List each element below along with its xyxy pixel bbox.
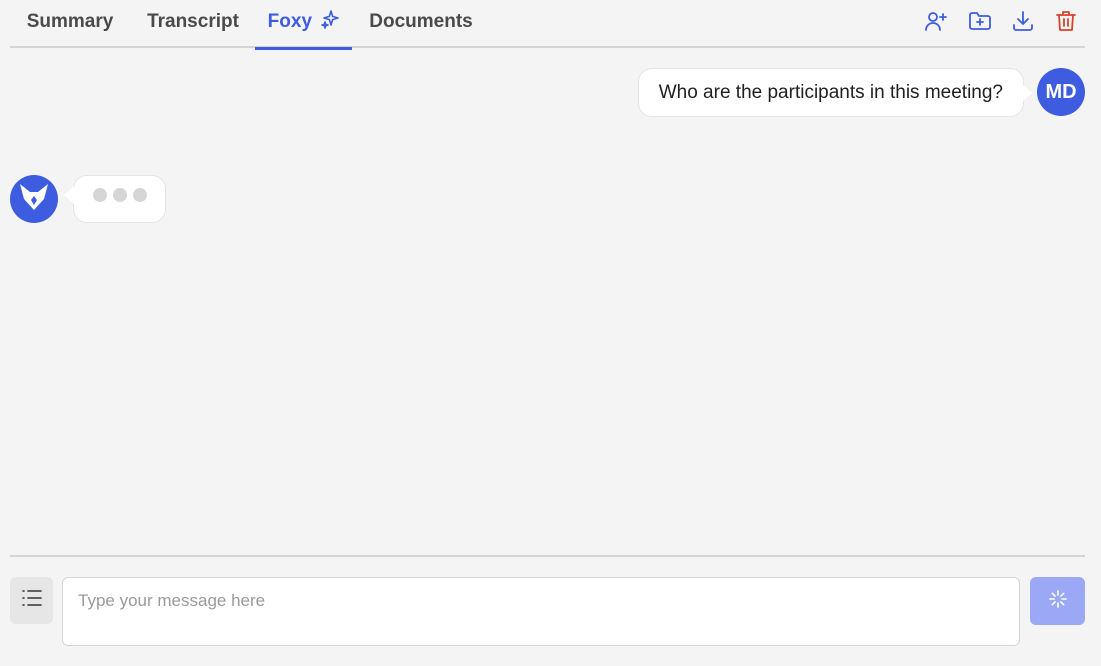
composer-divider bbox=[10, 555, 1085, 557]
tab-documents[interactable]: Documents bbox=[367, 0, 475, 48]
tab-transcript[interactable]: Transcript bbox=[144, 0, 242, 48]
typing-dot bbox=[132, 188, 147, 202]
foxy-avatar bbox=[10, 175, 58, 223]
send-button[interactable] bbox=[1030, 577, 1085, 625]
prompt-list-button[interactable] bbox=[10, 577, 53, 624]
add-to-folder-button[interactable] bbox=[965, 8, 995, 38]
list-icon bbox=[21, 589, 43, 612]
loading-spinner-icon bbox=[1048, 589, 1067, 613]
tab-summary-label: Summary bbox=[26, 11, 114, 32]
sparkle-icon bbox=[321, 2, 340, 46]
folder-add-icon bbox=[968, 9, 992, 38]
tab-foxy[interactable]: Foxy bbox=[255, 0, 352, 50]
tab-foxy-label: Foxy bbox=[267, 11, 313, 32]
message-input[interactable] bbox=[62, 577, 1020, 646]
trash-icon bbox=[1054, 9, 1078, 38]
fox-logo-icon bbox=[19, 183, 49, 216]
tab-transcript-label: Transcript bbox=[147, 11, 239, 32]
delete-button[interactable] bbox=[1051, 8, 1081, 38]
user-initials: MD bbox=[1045, 81, 1077, 103]
tab-summary[interactable]: Summary bbox=[24, 0, 116, 48]
typing-indicator bbox=[64, 175, 166, 223]
user-avatar: MD bbox=[1037, 68, 1085, 116]
download-icon bbox=[1011, 9, 1035, 38]
user-message-text: Who are the participants in this meeting… bbox=[658, 82, 1003, 103]
typing-dot bbox=[112, 188, 127, 202]
add-participant-button[interactable] bbox=[921, 8, 951, 38]
tab-documents-label: Documents bbox=[369, 11, 473, 32]
typing-dot bbox=[92, 188, 107, 202]
user-message-bubble: Who are the participants in this meeting… bbox=[637, 68, 1033, 117]
add-user-icon bbox=[924, 9, 948, 38]
download-button[interactable] bbox=[1008, 8, 1038, 38]
